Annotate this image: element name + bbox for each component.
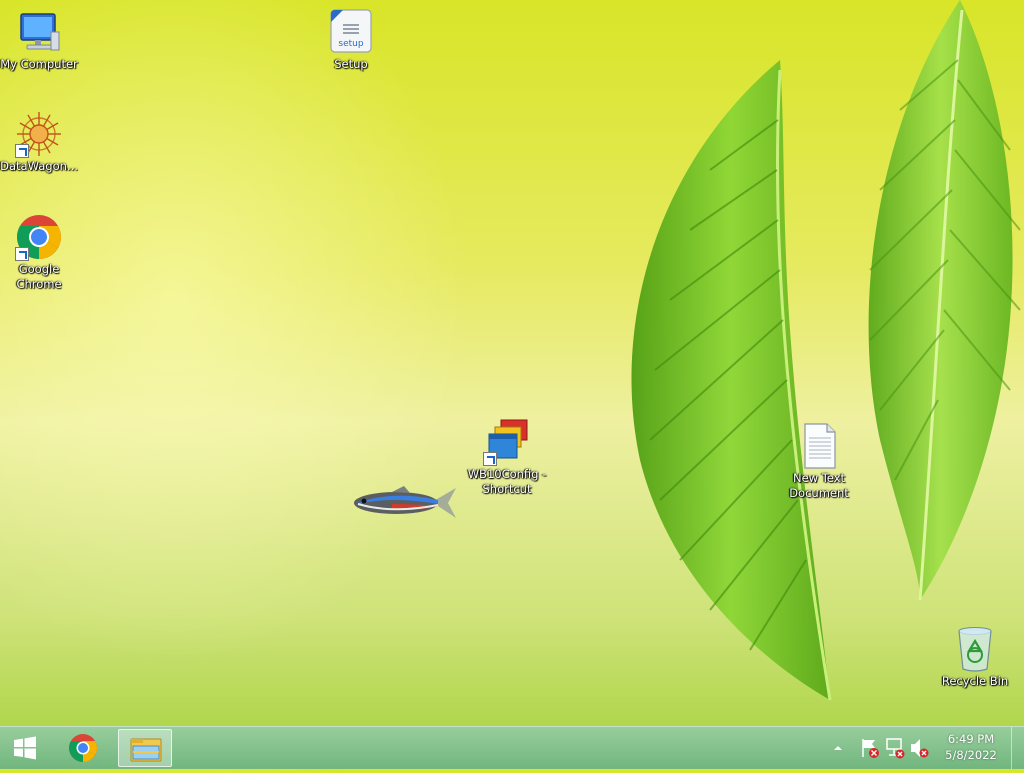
desktop-icon-label: Recycle Bin: [941, 674, 1009, 688]
network-icon: [886, 738, 905, 759]
action-center-flag-icon: [862, 739, 879, 758]
desktop-icon-wb10config-shortcut[interactable]: WB10Config - Shortcut: [467, 418, 547, 497]
volume-muted-icon: [911, 739, 929, 758]
desktop-icon-google-chrome[interactable]: Google Chrome: [0, 213, 79, 292]
desktop-icon-label: My Computer: [0, 57, 78, 71]
desktop[interactable]: My Computer setup Setup DataWagon... Goo…: [0, 0, 1024, 726]
tray-action-center[interactable]: [858, 727, 882, 769]
taskbar: 6:49 PM 5/8/2022: [0, 726, 1024, 769]
clock-date: 5/8/2022: [945, 748, 997, 762]
desktop-icon-recycle-bin[interactable]: Recycle Bin: [935, 625, 1015, 689]
desktop-icon-label: Setup: [334, 57, 368, 71]
desktop-icon-new-text-document[interactable]: New Text Document: [779, 422, 859, 501]
setup-icon-badge: setup: [338, 39, 363, 49]
chevron-up-icon: [834, 746, 842, 750]
show-hidden-icons-button[interactable]: [828, 727, 848, 769]
clock-time: 6:49 PM: [947, 732, 995, 746]
recycle-bin-icon: [958, 627, 992, 672]
desktop-icon-label: WB10Config - Shortcut: [467, 467, 547, 496]
chrome-icon: [69, 734, 97, 762]
desktop-icon-label: New Text Document: [789, 471, 849, 500]
wallpaper-leaves: [631, 0, 1021, 701]
tray-network[interactable]: [883, 727, 907, 769]
taskbar-app-file-explorer[interactable]: [118, 729, 172, 767]
start-button[interactable]: [4, 731, 44, 765]
taskbar-clock[interactable]: 6:49 PM 5/8/2022: [936, 731, 1006, 765]
taskbar-app-chrome[interactable]: [56, 729, 110, 767]
computer-icon: [20, 13, 60, 51]
desktop-icon-label: DataWagon...: [0, 159, 78, 173]
show-desktop-button[interactable]: [1011, 727, 1024, 769]
tray-volume[interactable]: [907, 727, 931, 769]
shortcut-arrow-icon: [15, 144, 29, 158]
desktop-icon-datawagon[interactable]: DataWagon...: [0, 110, 79, 174]
windows-logo-icon: [14, 736, 36, 760]
text-document-icon: [804, 423, 836, 469]
file-explorer-icon: [130, 738, 162, 762]
shortcut-arrow-icon: [15, 247, 29, 261]
desktop-icon-setup[interactable]: setup Setup: [311, 8, 391, 72]
setup-icon: setup: [330, 9, 372, 53]
desktop-icon-my-computer[interactable]: My Computer: [0, 8, 79, 72]
desktop-icon-label: Google Chrome: [16, 262, 62, 291]
desktop-fish-animation: [354, 486, 456, 518]
shortcut-arrow-icon: [483, 452, 497, 466]
